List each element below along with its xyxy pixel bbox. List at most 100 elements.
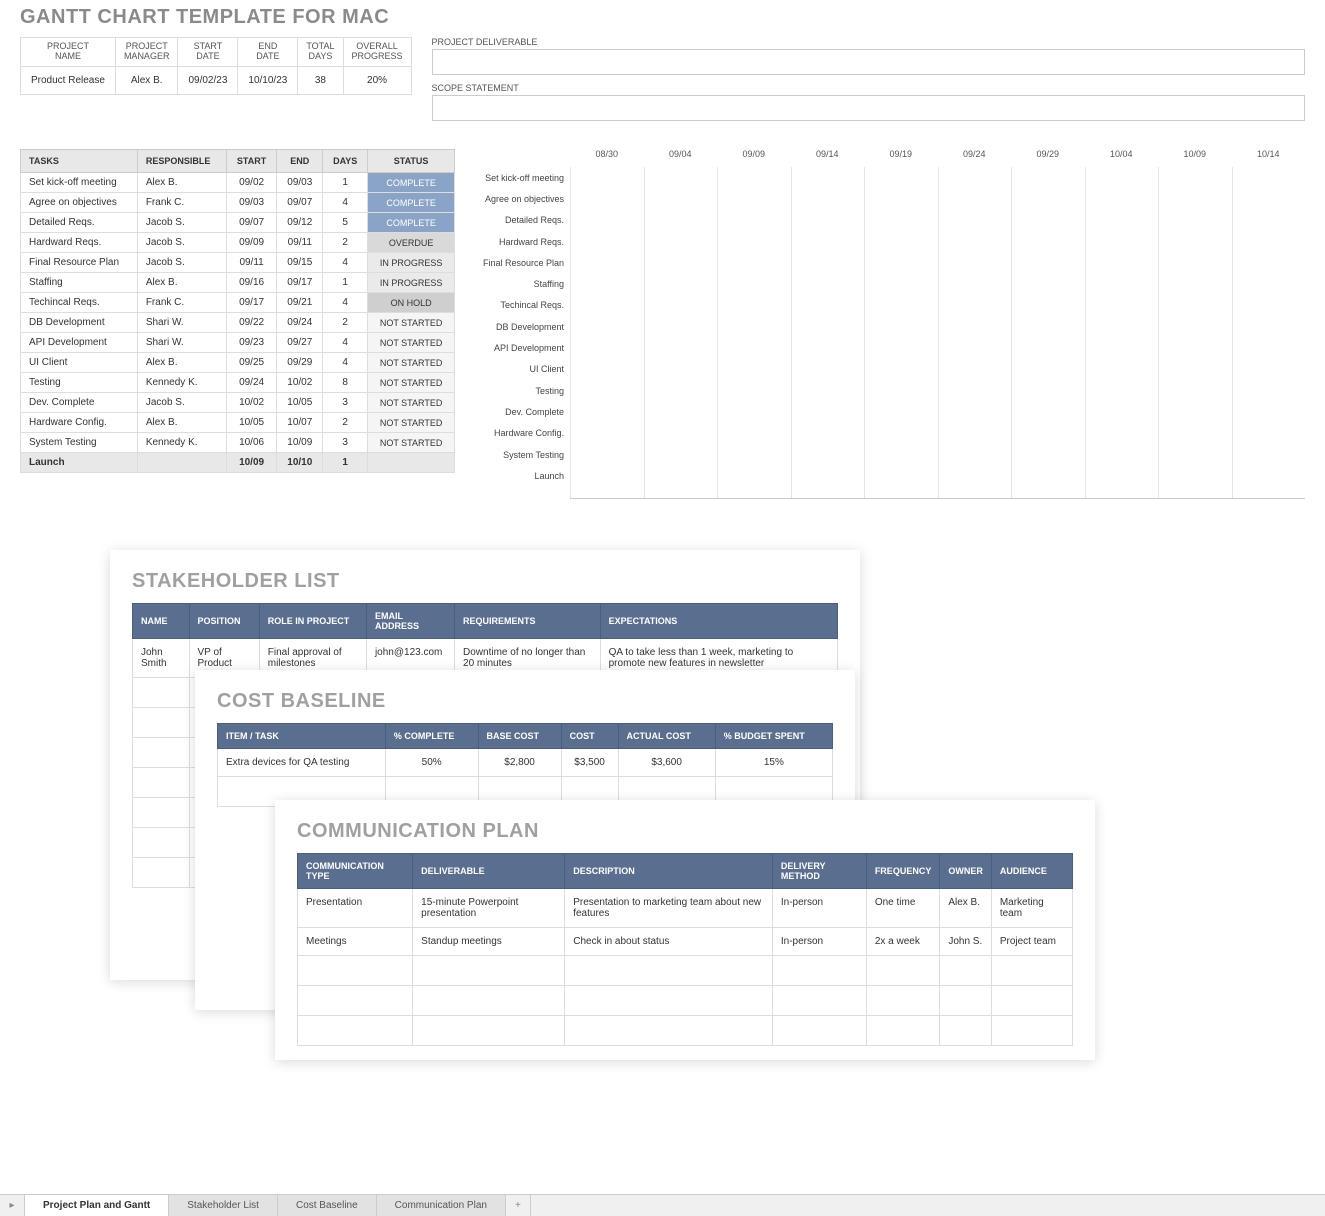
task-cell: 09/11 xyxy=(226,253,277,273)
gantt-row: System Testing xyxy=(470,444,1305,465)
task-cell: Shari W. xyxy=(137,313,226,333)
card-cell: In-person xyxy=(772,889,866,928)
task-cell: 8 xyxy=(323,373,368,393)
task-cell xyxy=(137,453,226,473)
task-header: TASKS xyxy=(21,150,138,173)
card-row: Extra devices for QA testing50%$2,800$3,… xyxy=(218,749,833,777)
gantt-row-label: DB Development xyxy=(470,322,570,332)
gantt-tick: 10/09 xyxy=(1158,149,1232,167)
deliverable-input[interactable] xyxy=(432,49,1305,75)
gantt-tick: 09/09 xyxy=(717,149,791,167)
stakeholder-title: STAKEHOLDER LIST xyxy=(132,570,838,593)
page-title: GANTT CHART TEMPLATE FOR MAC xyxy=(20,6,1305,29)
gantt-tick: 09/14 xyxy=(791,149,865,167)
task-cell: 4 xyxy=(323,293,368,313)
task-row: Hardward Reqs.Jacob S.09/0909/112OVERDUE xyxy=(21,233,455,253)
task-cell: API Development xyxy=(21,333,138,353)
card-cell: Meetings xyxy=(298,928,413,956)
task-cell: 10/02 xyxy=(226,393,277,413)
task-row: TestingKennedy K.09/2410/028NOT STARTED xyxy=(21,373,455,393)
sheet-tabs: ▸ Project Plan and GanttStakeholder List… xyxy=(0,1194,1325,1216)
sheet-tab[interactable]: Cost Baseline xyxy=(278,1195,377,1216)
task-cell: Staffing xyxy=(21,273,138,293)
task-table: TASKSRESPONSIBLESTARTENDDAYSSTATUS Set k… xyxy=(20,149,455,473)
task-cell: Final Resource Plan xyxy=(21,253,138,273)
gantt-row: Detailed Reqs. xyxy=(470,210,1305,231)
card-cell: 15% xyxy=(715,749,832,777)
task-cell: Frank C. xyxy=(137,293,226,313)
task-header: STATUS xyxy=(368,150,455,173)
task-cell: Kennedy K. xyxy=(137,433,226,453)
card-cell: Alex B. xyxy=(940,889,992,928)
gantt-row: Hardward Reqs. xyxy=(470,231,1305,252)
card-header: ROLE IN PROJECT xyxy=(259,604,366,639)
card-header: DESCRIPTION xyxy=(565,854,773,889)
cost-title: COST BASELINE xyxy=(217,690,833,713)
card-empty-row xyxy=(298,986,1073,1016)
sheet-tab[interactable]: Project Plan and Gantt xyxy=(25,1195,169,1216)
meta-header: TOTALDAYS xyxy=(298,38,343,67)
task-row: Final Resource PlanJacob S.09/1109/154IN… xyxy=(21,253,455,273)
task-cell: 09/07 xyxy=(226,213,277,233)
comm-card: COMMUNICATION PLAN COMMUNICATION TYPEDEL… xyxy=(275,800,1095,1060)
task-cell: 09/17 xyxy=(277,273,323,293)
tab-scroll-icon[interactable]: ▸ xyxy=(0,1195,25,1216)
gantt-row: Dev. Complete xyxy=(470,401,1305,422)
card-header: ACTUAL COST xyxy=(618,724,715,749)
card-cell: Presentation xyxy=(298,889,413,928)
card-empty-row xyxy=(298,1016,1073,1046)
card-cell: One time xyxy=(866,889,940,928)
task-cell: 09/09 xyxy=(226,233,277,253)
gantt-row-label: Dev. Complete xyxy=(470,407,570,417)
task-cell: Launch xyxy=(21,453,138,473)
task-cell: Detailed Reqs. xyxy=(21,213,138,233)
task-cell: Frank C. xyxy=(137,193,226,213)
card-cell: John Smith xyxy=(133,639,190,678)
gantt-chart: 08/3009/0409/0909/1409/1909/2409/2910/04… xyxy=(470,149,1305,499)
task-cell: 4 xyxy=(323,193,368,213)
gantt-row-label: Final Resource Plan xyxy=(470,258,570,268)
card-cell: John S. xyxy=(940,928,992,956)
card-row: MeetingsStandup meetingsCheck in about s… xyxy=(298,928,1073,956)
add-sheet-button[interactable]: + xyxy=(506,1195,531,1216)
gantt-row: Testing xyxy=(470,380,1305,401)
gantt-row-label: Detailed Reqs. xyxy=(470,215,570,225)
status-cell xyxy=(368,453,455,473)
card-header: BASE COST xyxy=(478,724,561,749)
task-cell: 2 xyxy=(323,413,368,433)
card-header: NAME xyxy=(133,604,190,639)
card-header: EXPECTATIONS xyxy=(600,604,837,639)
card-cell: Extra devices for QA testing xyxy=(218,749,386,777)
task-cell: 10/05 xyxy=(277,393,323,413)
card-header: EMAIL ADDRESS xyxy=(366,604,454,639)
card-cell: In-person xyxy=(772,928,866,956)
task-cell: 1 xyxy=(323,173,368,193)
task-cell: 1 xyxy=(323,453,368,473)
gantt-tick: 09/24 xyxy=(938,149,1012,167)
task-cell: 09/12 xyxy=(277,213,323,233)
card-cell: $2,800 xyxy=(478,749,561,777)
gantt-row-label: UI Client xyxy=(470,364,570,374)
scope-input[interactable] xyxy=(432,95,1305,121)
task-cell: Alex B. xyxy=(137,273,226,293)
sheet-tab[interactable]: Stakeholder List xyxy=(169,1195,278,1216)
card-cell: $3,600 xyxy=(618,749,715,777)
task-cell: 09/27 xyxy=(277,333,323,353)
task-cell: Dev. Complete xyxy=(21,393,138,413)
sheet-tab[interactable]: Communication Plan xyxy=(377,1195,506,1216)
meta-cell: 10/10/23 xyxy=(238,66,298,94)
gantt-row-label: Launch xyxy=(470,471,570,481)
gantt-tick: 10/14 xyxy=(1232,149,1306,167)
task-cell: 2 xyxy=(323,313,368,333)
task-cell: 09/23 xyxy=(226,333,277,353)
task-row: Hardware Config.Alex B.10/0510/072NOT ST… xyxy=(21,413,455,433)
task-cell: Testing xyxy=(21,373,138,393)
task-cell: Kennedy K. xyxy=(137,373,226,393)
meta-cell: Alex B. xyxy=(115,66,178,94)
task-cell: Shari W. xyxy=(137,333,226,353)
task-cell: Alex B. xyxy=(137,353,226,373)
task-cell: Alex B. xyxy=(137,173,226,193)
card-cell: 2x a week xyxy=(866,928,940,956)
task-row: Techincal Reqs.Frank C.09/1709/214ON HOL… xyxy=(21,293,455,313)
card-header: % BUDGET SPENT xyxy=(715,724,832,749)
